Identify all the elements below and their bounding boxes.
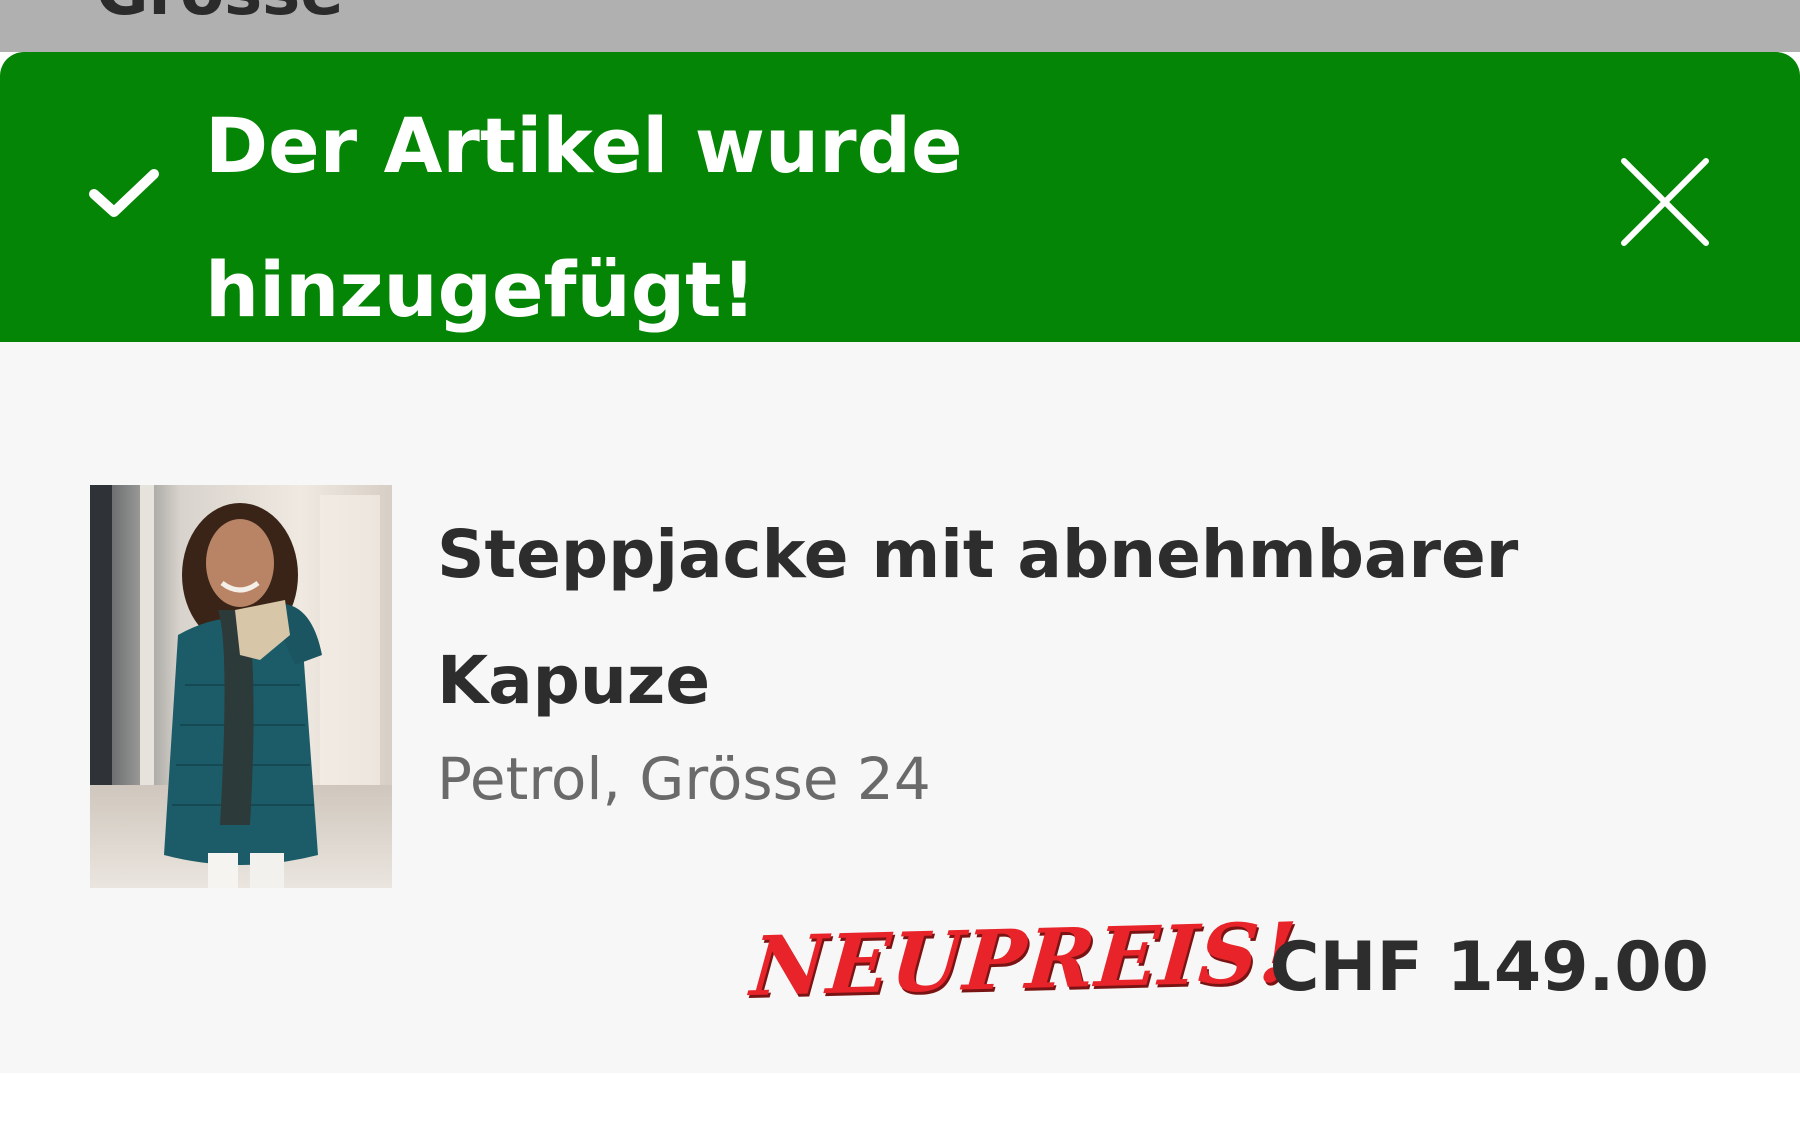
check-icon xyxy=(89,169,159,217)
product-price: CHF 149.00 xyxy=(1269,928,1709,1007)
success-banner: Der Artikel wurde hinzugefügt! xyxy=(0,52,1800,342)
promo-badge: NEUPREIS! xyxy=(747,904,1301,1016)
background-heading: Grösse xyxy=(96,0,344,30)
background-page: Grösse xyxy=(0,0,1800,52)
close-icon[interactable] xyxy=(1620,157,1710,247)
added-to-cart-modal: Der Artikel wurde hinzugefügt! Steppjack… xyxy=(0,52,1800,1073)
product-variant: Petrol, Grösse 24 xyxy=(437,745,931,813)
close-button[interactable] xyxy=(1600,147,1730,257)
product-image[interactable] xyxy=(90,485,392,888)
product-title[interactable]: Steppjacke mit abnehmbarer Kapuze xyxy=(437,492,1737,744)
success-message: Der Artikel wurde hinzugefügt! xyxy=(205,101,963,334)
